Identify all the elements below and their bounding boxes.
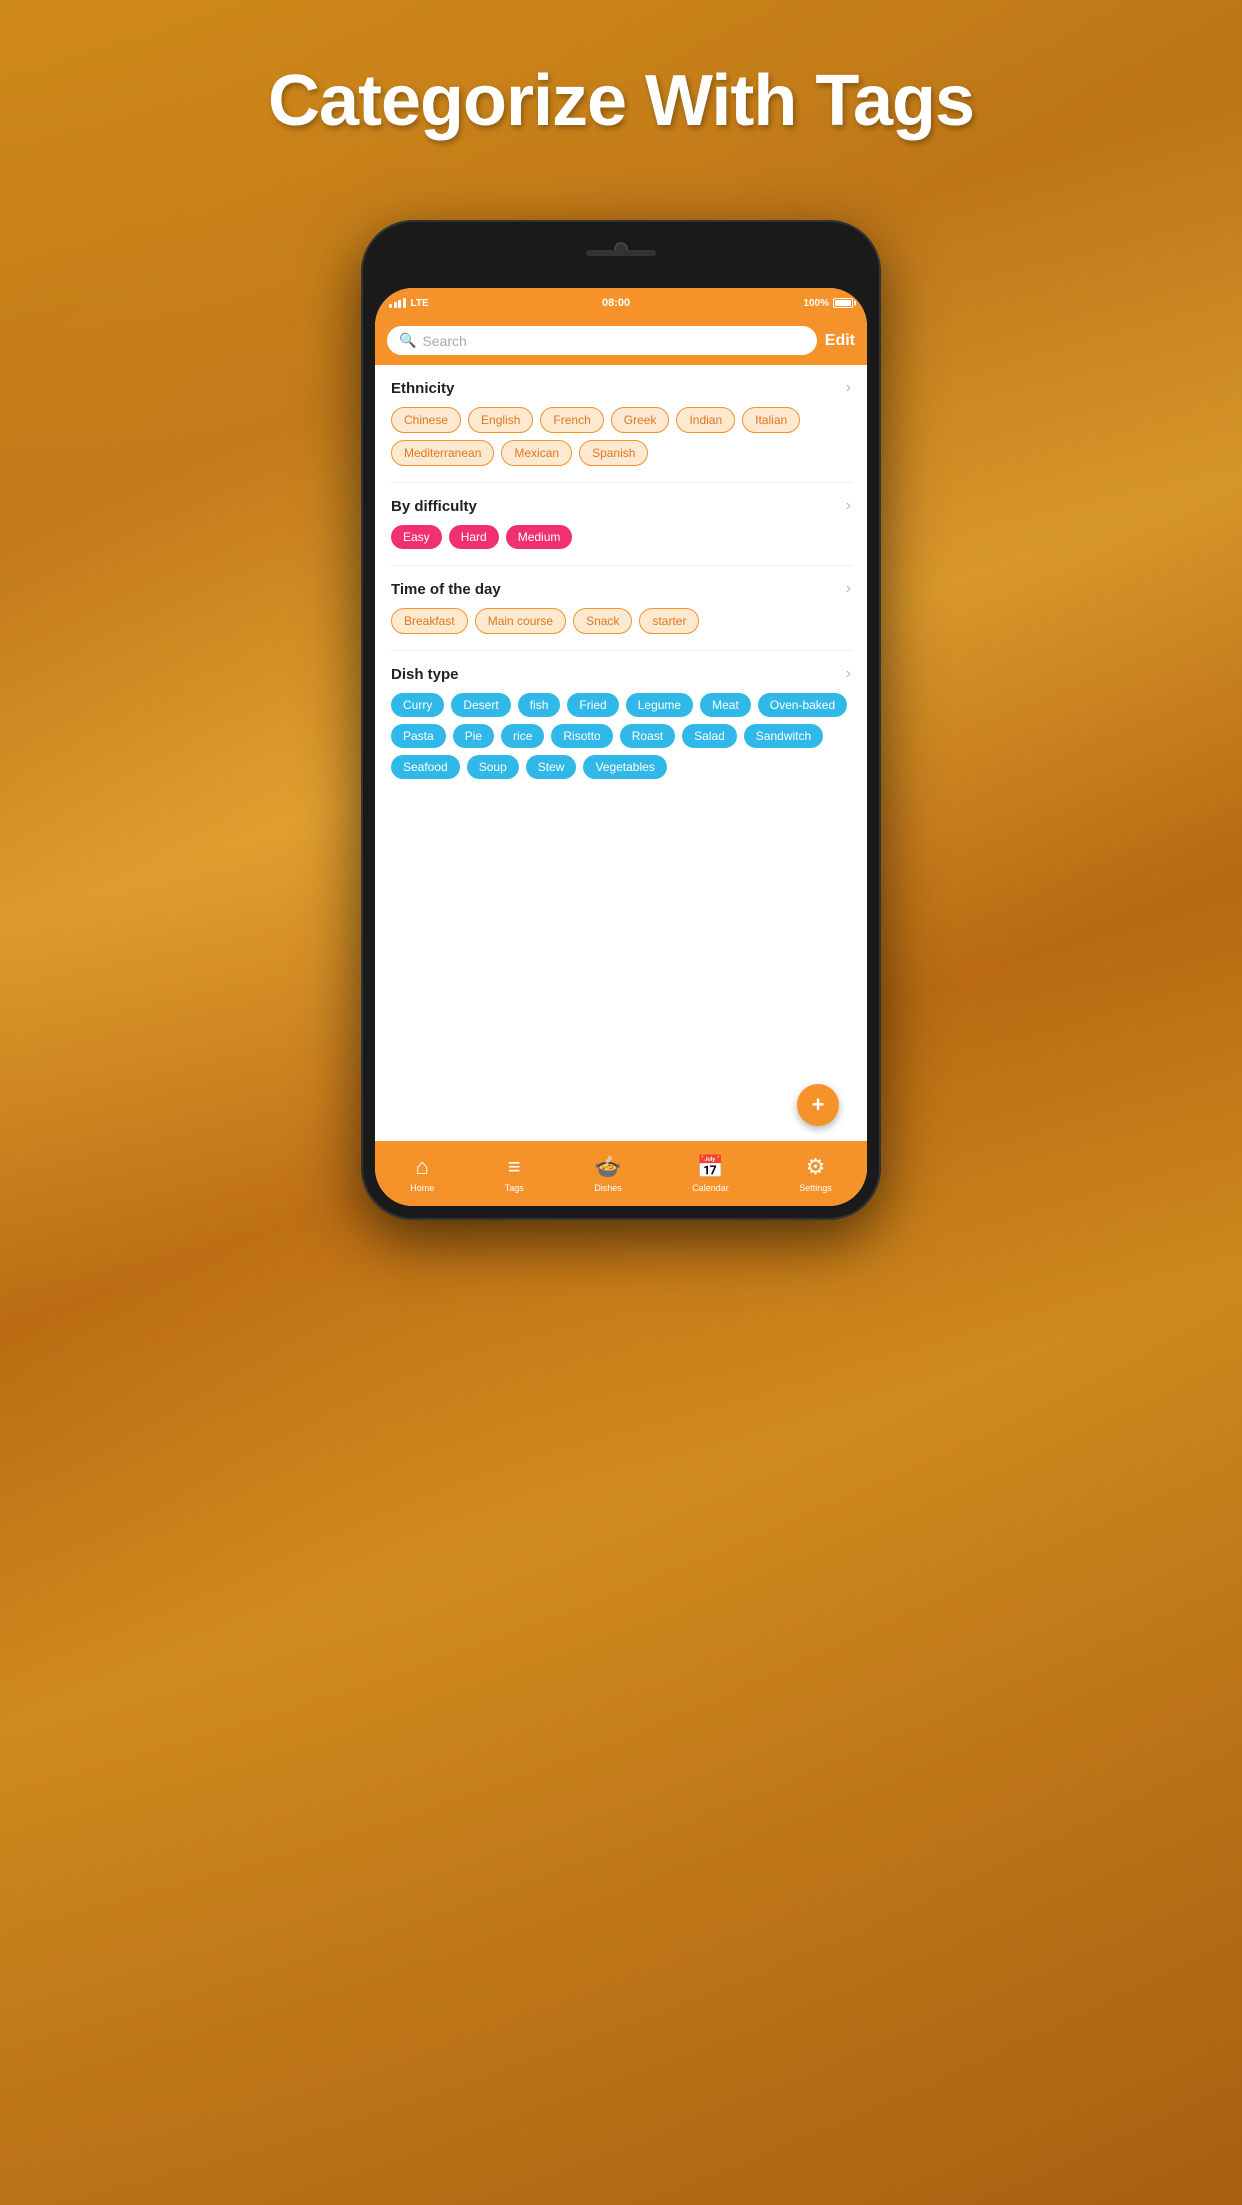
battery-percent: 100% [803,298,829,309]
tag-pie[interactable]: Pie [453,724,494,748]
tag-chinese[interactable]: Chinese [391,407,461,433]
tag-rice[interactable]: rice [501,724,544,748]
page-title: Categorize With Tags [0,60,1242,142]
content-area: Ethnicity › Chinese English French GreekIndia… [375,365,867,1141]
tag-fried[interactable]: Fried [567,693,618,717]
tags-container-dish_type: Curry Desert fishFried Legume Meat Oven-baked… [391,693,851,787]
bottom-nav: ⌂ Home ≡ Tags 🍲 Dishes 📅 Calendar ⚙ Settings [375,1141,867,1206]
tag-salad[interactable]: Salad [682,724,737,748]
tag-soup[interactable]: Soup [467,755,519,779]
tag-stew[interactable]: Stew [526,755,577,779]
section-dish_type: Dish type › Curry Desert fishFried Legume Meat… [375,651,867,791]
nav-label-home: Home [410,1183,434,1193]
phone-speaker [586,250,656,256]
nav-label-calendar: Calendar [692,1183,729,1193]
tag-hard[interactable]: Hard [449,525,499,549]
tag-mexican[interactable]: Mexican [501,440,572,466]
tag-starter[interactable]: starter [639,608,699,634]
search-icon: 🔍 [399,332,416,349]
tag-easy[interactable]: Easy [391,525,442,549]
phone-screen: LTE 08:00 100% 🔍 Search Edit Ethnicity › C… [375,288,867,1206]
section-title-time: Time of the day [391,581,501,598]
edit-button[interactable]: Edit [825,332,855,350]
nav-item-tags[interactable]: ≡ Tags [505,1154,524,1193]
section-title-ethnicity: Ethnicity [391,380,454,397]
tag-italian[interactable]: Italian [742,407,800,433]
nav-icon-settings: ⚙ [806,1154,826,1180]
status-bar: LTE 08:00 100% [375,288,867,318]
tag-legume[interactable]: Legume [626,693,693,717]
tag-pasta[interactable]: Pasta [391,724,446,748]
nav-label-tags: Tags [505,1183,524,1193]
tag-medium[interactable]: Medium [506,525,573,549]
nav-item-home[interactable]: ⌂ Home [410,1154,434,1193]
search-bar[interactable]: 🔍 Search [387,326,817,355]
search-placeholder: Search [422,333,466,349]
tag-sandwitch[interactable]: Sandwitch [744,724,823,748]
nav-item-calendar[interactable]: 📅 Calendar [692,1154,729,1193]
nav-item-dishes[interactable]: 🍲 Dishes [594,1154,622,1193]
section-header-ethnicity[interactable]: Ethnicity › [391,379,851,397]
section-header-difficulty[interactable]: By difficulty › [391,497,851,515]
signal-bars [389,298,406,308]
status-right: 100% [803,298,853,309]
tags-container-time: Breakfast Main course Snack starter [391,608,851,642]
chevron-icon-difficulty: › [846,497,851,515]
section-header-dish_type[interactable]: Dish type › [391,665,851,683]
tag-roast[interactable]: Roast [620,724,675,748]
tag-indian[interactable]: Indian [676,407,735,433]
tag-english[interactable]: English [468,407,533,433]
tag-greek[interactable]: Greek [611,407,670,433]
tag-desert[interactable]: Desert [451,693,510,717]
tag-meat[interactable]: Meat [700,693,751,717]
tag-fish[interactable]: fish [518,693,561,717]
nav-icon-dishes: 🍲 [594,1154,621,1180]
network-type: LTE [411,298,429,309]
phone-device: LTE 08:00 100% 🔍 Search Edit Ethnicity › C… [361,220,881,1220]
tags-container-ethnicity: Chinese English French GreekIndian Italian Me… [391,407,851,474]
chevron-icon-dish_type: › [846,665,851,683]
status-left: LTE [389,298,429,309]
tag-snack[interactable]: Snack [573,608,632,634]
tag-oven-baked[interactable]: Oven-baked [758,693,847,717]
tag-breakfast[interactable]: Breakfast [391,608,468,634]
tag-main-course[interactable]: Main course [475,608,566,634]
nav-item-settings[interactable]: ⚙ Settings [799,1154,832,1193]
chevron-icon-time: › [846,580,851,598]
tag-mediterranean[interactable]: Mediterranean [391,440,494,466]
tags-container-difficulty: Easy Hard Medium [391,525,851,557]
section-time: Time of the day › Breakfast Main course Snac… [375,566,867,646]
section-ethnicity: Ethnicity › Chinese English French GreekIndia… [375,365,867,478]
app-header: 🔍 Search Edit [375,318,867,365]
section-header-time[interactable]: Time of the day › [391,580,851,598]
tag-risotto[interactable]: Risotto [551,724,612,748]
tag-curry[interactable]: Curry [391,693,444,717]
fab-button[interactable]: + [797,1084,839,1126]
chevron-icon-ethnicity: › [846,379,851,397]
nav-icon-calendar: 📅 [697,1154,724,1180]
tag-french[interactable]: French [540,407,603,433]
tag-spanish[interactable]: Spanish [579,440,648,466]
nav-label-dishes: Dishes [594,1183,622,1193]
tag-vegetables[interactable]: Vegetables [583,755,666,779]
section-difficulty: By difficulty › Easy Hard Medium [375,483,867,561]
nav-icon-home: ⌂ [416,1154,429,1180]
section-title-dish_type: Dish type [391,666,459,683]
nav-label-settings: Settings [799,1183,832,1193]
section-title-difficulty: By difficulty [391,498,477,515]
tag-seafood[interactable]: Seafood [391,755,460,779]
status-time: 08:00 [602,297,630,309]
nav-icon-tags: ≡ [508,1154,521,1180]
battery-icon [833,298,853,308]
